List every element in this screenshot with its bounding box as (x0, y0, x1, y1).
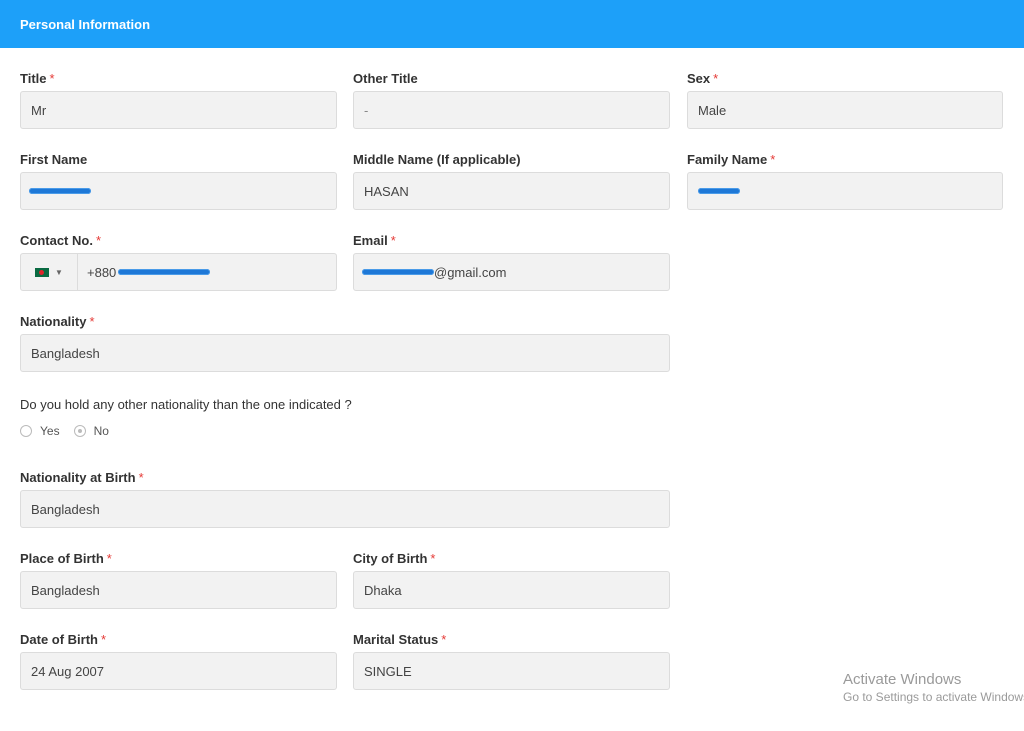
redacted-email (362, 269, 434, 275)
marital-field[interactable]: SINGLE (353, 652, 670, 690)
radio-no[interactable] (73, 425, 86, 437)
phone-prefix: +880 (87, 264, 117, 280)
family-name-field[interactable] (687, 172, 1003, 210)
email-label: Email * (353, 233, 396, 248)
city-birth-label: City of Birth * (353, 551, 436, 566)
dob-label: Date of Birth * (20, 632, 107, 647)
redacted-phone (118, 269, 211, 275)
email-domain: @gmail.com (434, 264, 507, 280)
place-birth-label: Place of Birth * (20, 551, 112, 566)
sex-label: Sex * (687, 71, 719, 86)
first-name-label: First Name (20, 152, 88, 167)
nationality-field[interactable]: Bangladesh (20, 334, 670, 372)
nationality-label: Nationality * (20, 314, 95, 329)
radio-yes-label: Yes (40, 424, 60, 438)
contact-field[interactable]: ▼ +880 (20, 253, 337, 291)
other-nationality-options: Yes No (20, 424, 109, 438)
sex-field[interactable]: Male (687, 91, 1003, 129)
watermark-subtitle: Go to Settings to activate Windows. (843, 690, 1024, 704)
title-field[interactable]: Mr (20, 91, 337, 129)
section-header: Personal Information (0, 0, 1024, 48)
middle-name-field[interactable]: HASAN (353, 172, 670, 210)
nationality-birth-label: Nationality at Birth * (20, 470, 144, 485)
place-birth-field[interactable]: Bangladesh (20, 571, 337, 609)
nationality-birth-field[interactable]: Bangladesh (20, 490, 670, 528)
title-label: Title * (20, 71, 55, 86)
redacted-family-name (698, 188, 740, 194)
city-birth-field[interactable]: Dhaka (353, 571, 670, 609)
radio-no-label: No (93, 424, 109, 438)
country-code-selector[interactable]: ▼ (21, 254, 78, 290)
section-title: Personal Information (20, 16, 151, 32)
chevron-down-icon: ▼ (55, 267, 63, 277)
bangladesh-flag-icon (35, 267, 50, 277)
contact-label: Contact No. * (20, 233, 102, 248)
first-name-field[interactable] (20, 172, 337, 210)
redacted-first-name (29, 188, 91, 194)
other-title-label: Other Title (353, 71, 418, 86)
watermark-title: Activate Windows (843, 671, 962, 688)
other-title-field[interactable]: - (353, 91, 670, 129)
other-nationality-question: Do you hold any other nationality than t… (20, 397, 352, 412)
radio-yes[interactable] (20, 425, 32, 437)
dob-field[interactable]: 24 Aug 2007 (20, 652, 337, 690)
family-name-label: Family Name * (687, 152, 776, 167)
activate-windows-watermark: Activate Windows Go to Settings to activ… (843, 671, 1024, 704)
middle-name-label: Middle Name (If applicable) (353, 152, 521, 167)
email-field[interactable]: @gmail.com (353, 253, 670, 291)
marital-label: Marital Status * (353, 632, 447, 647)
